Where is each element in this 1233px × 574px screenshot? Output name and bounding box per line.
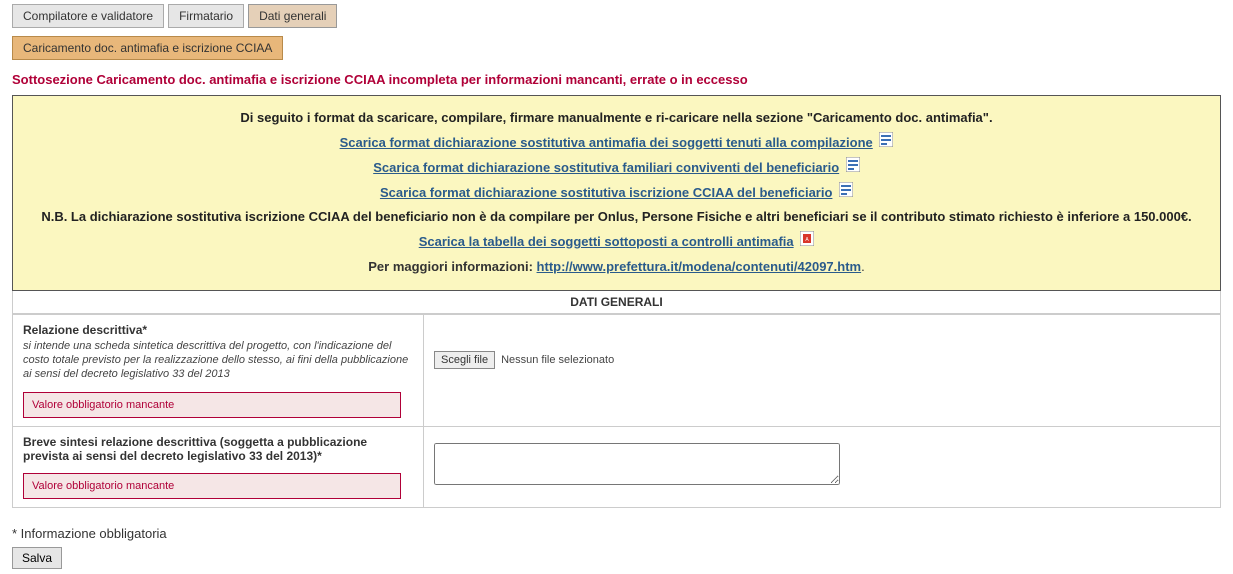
tab-row-secondary: Caricamento doc. antimafia e iscrizione … [12,36,1221,60]
section-title-dati-generali: DATI GENERALI [12,291,1221,314]
tab-compiler[interactable]: Compilatore e validatore [12,4,164,28]
table-row: Breve sintesi relazione descrittiva (sog… [13,426,1221,507]
field-desc-relazione: si intende una scheda sintetica descritt… [23,339,413,382]
file-input-row: Scegli file Nessun file selezionato [434,351,1210,369]
error-box-relazione: Valore obbligatorio mancante [23,392,401,418]
info-intro: Di seguito i format da scaricare, compil… [27,106,1206,131]
download-link-antimafia-soggetti[interactable]: Scarica format dichiarazione sostitutiva… [340,135,873,150]
error-box-breve: Valore obbligatorio mancante [23,473,401,499]
field-label-breve: Breve sintesi relazione descrittiva (sog… [23,435,413,463]
choose-file-button[interactable]: Scegli file [434,351,495,369]
word-doc-icon [846,156,860,181]
word-doc-icon [839,181,853,206]
tab-general[interactable]: Dati generali [248,4,337,28]
info-nb: N.B. La dichiarazione sostitutiva iscriz… [27,205,1206,230]
download-link-familiari[interactable]: Scarica format dichiarazione sostitutiva… [373,160,839,175]
info-more-link[interactable]: http://www.prefettura.it/modena/contenut… [537,259,862,274]
info-more-label: Per maggiori informazioni: [368,259,536,274]
form-table: Relazione descrittiva* si intende una sc… [12,314,1221,508]
required-note: * Informazione obbligatoria [12,526,1221,541]
pdf-icon: A [800,230,814,255]
table-row: Relazione descrittiva* si intende una sc… [13,314,1221,426]
info-box: Di seguito i format da scaricare, compil… [12,95,1221,291]
word-doc-icon [879,131,893,156]
download-link-tabella[interactable]: Scarica la tabella dei soggetti sottopos… [419,234,794,249]
tab-row-primary: Compilatore e validatore Firmatario Dati… [12,4,1221,28]
download-link-cciaa[interactable]: Scarica format dichiarazione sostitutiva… [380,185,832,200]
brief-textarea[interactable] [434,443,840,485]
tab-signer[interactable]: Firmatario [168,4,244,28]
info-more-suffix: . [861,259,865,274]
save-button[interactable]: Salva [12,547,62,569]
subtab-caricamento[interactable]: Caricamento doc. antimafia e iscrizione … [12,36,283,60]
warning-message: Sottosezione Caricamento doc. antimafia … [12,72,1221,87]
file-status-text: Nessun file selezionato [501,354,614,366]
field-label-relazione: Relazione descrittiva* [23,323,413,337]
